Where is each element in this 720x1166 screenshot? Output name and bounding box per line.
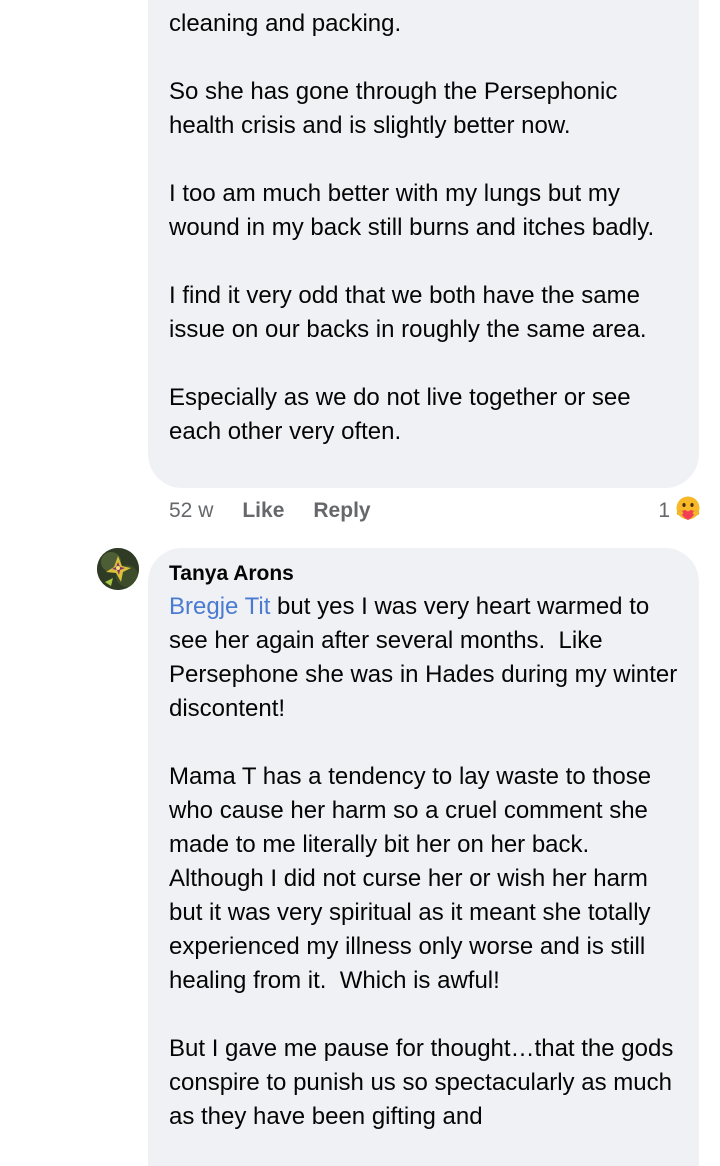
avatar-icon (97, 548, 139, 590)
avatar[interactable] (97, 548, 139, 590)
comment-paragraph: I find it very odd that we both have the… (169, 282, 647, 343)
reply-button[interactable]: Reply (313, 499, 370, 523)
comment-bubble: Tanya Arons Bregje Tit but yes I was ver… (148, 548, 699, 1166)
mention-link[interactable]: Bregje Tit (169, 593, 270, 620)
comment-paragraph: Especially as we do not live together or… (169, 384, 638, 445)
care-emoji-icon (674, 494, 702, 528)
comment-body: cleaning and packing. So she has gone th… (169, 7, 681, 449)
comment-timestamp[interactable]: 52 w (169, 499, 213, 523)
comment-body: Bregje Tit but yes I was very heart warm… (169, 590, 681, 1134)
like-button[interactable]: Like (242, 499, 284, 523)
comment-paragraph: Mama T has a tendency to lay waste to th… (169, 763, 658, 994)
comment-actions: 52 w Like Reply (169, 496, 371, 526)
comment-paragraph: Bregje Tit but yes I was very heart warm… (169, 590, 681, 726)
comment-bubble: cleaning and packing. So she has gone th… (148, 0, 699, 488)
comment-paragraph: So she has gone through the Persephonic … (169, 78, 624, 139)
comment-paragraph: I too am much better with my lungs but m… (169, 180, 655, 241)
reaction-summary[interactable]: 1 (658, 494, 702, 528)
comment-paragraph: cleaning and packing. (169, 10, 402, 37)
comment-thread: cleaning and packing. So she has gone th… (0, 0, 720, 1166)
reaction-count: 1 (658, 499, 670, 522)
comment-author[interactable]: Tanya Arons (169, 562, 294, 586)
comment-paragraph: But I gave me pause for thought…that the… (169, 1035, 680, 1130)
